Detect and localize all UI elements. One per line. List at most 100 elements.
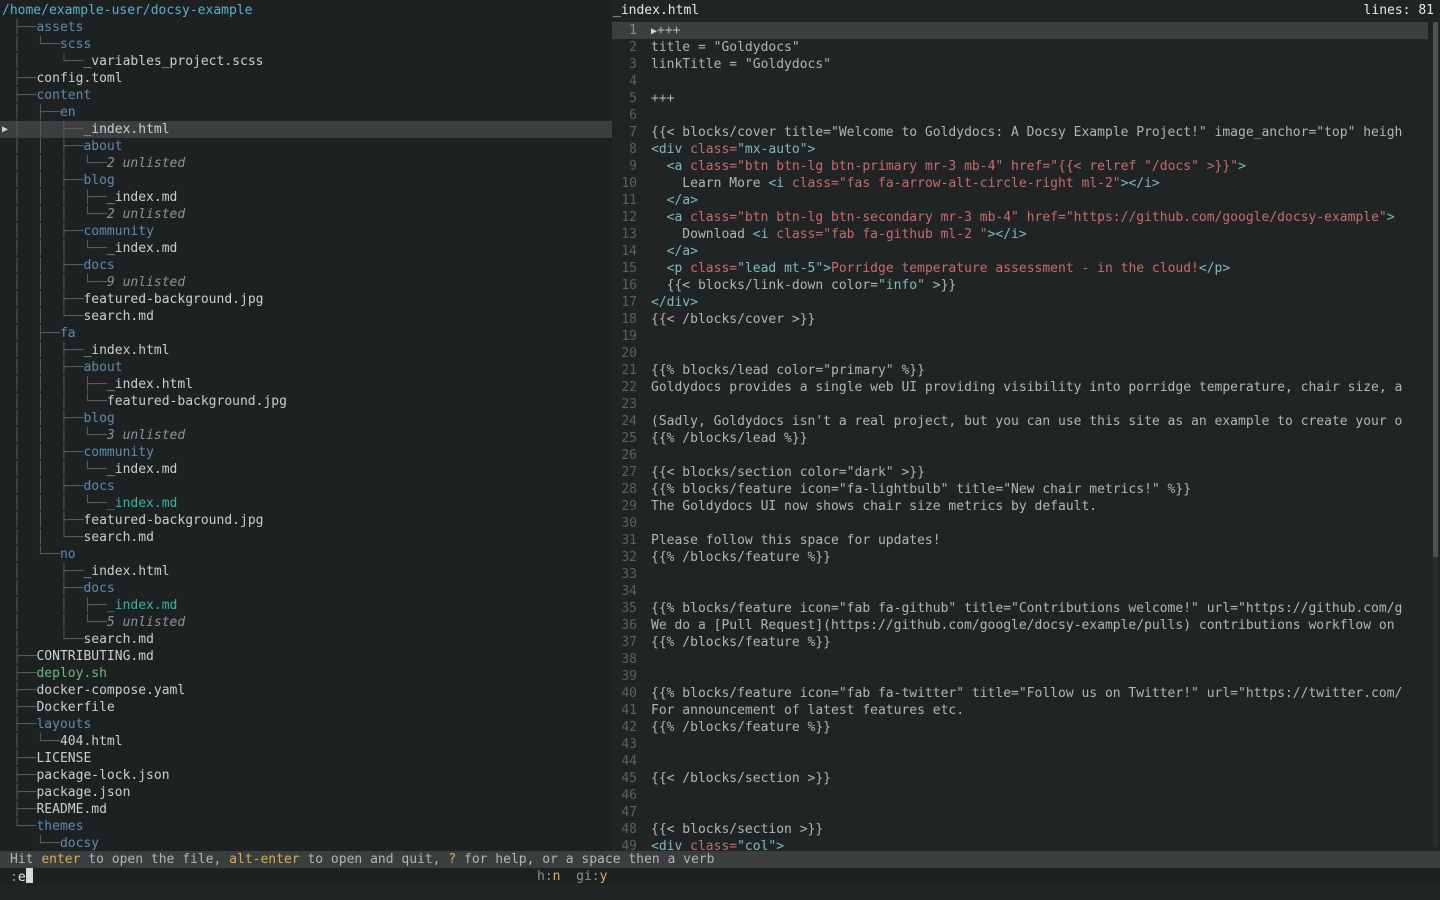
line-number: 19 (612, 328, 637, 345)
tree-item-dockerfile[interactable]: ├──Dockerfile (0, 699, 612, 716)
tree-item-about[interactable]: │ │ ├──about (0, 359, 612, 376)
tree-item-docs[interactable]: │ │ ├──docs (0, 257, 612, 274)
tree-item-themes[interactable]: └──themes (0, 818, 612, 835)
tree-item-en[interactable]: │ ├──en (0, 104, 612, 121)
preview-line-count: lines: 81 (1364, 2, 1434, 19)
code-line-46: 46 (612, 787, 1428, 804)
tree-item-2-unlisted[interactable]: │ │ │ └──2 unlisted (0, 206, 612, 223)
line-number: 22 (612, 379, 637, 396)
text-segment: <a (667, 159, 683, 174)
tree-item-blog[interactable]: │ │ ├──blog (0, 172, 612, 189)
tree-item--variables-project-scss[interactable]: │ └──_variables_project.scss (0, 53, 612, 70)
tree-item-label: themes (36, 819, 83, 834)
tree-item-featured-background-jpg[interactable]: │ │ │ └──featured-background.jpg (0, 393, 612, 410)
line-number: 27 (612, 464, 637, 481)
line-number: 21 (612, 362, 637, 379)
tree-item--index-html[interactable]: ▶│ │ ├──_index.html (0, 121, 612, 138)
tree-item-docs[interactable]: │ │ ├──docs (0, 478, 612, 495)
tree-item-featured-background-jpg[interactable]: │ │ ├──featured-background.jpg (0, 291, 612, 308)
line-number: 13 (612, 226, 637, 243)
tree-branch-lines: │ │ ├── (13, 360, 83, 375)
tree-item-package-lock-json[interactable]: ├──package-lock.json (0, 767, 612, 784)
tree-item-2-unlisted[interactable]: │ │ │ └──2 unlisted (0, 155, 612, 172)
line-number: 28 (612, 481, 637, 498)
text-segment: </p> (1199, 261, 1230, 276)
text-segment: ? (448, 852, 456, 867)
tree-item-deploy-sh[interactable]: ├──deploy.sh (0, 665, 612, 682)
tree-item-label: _index.md (107, 496, 177, 511)
tree-item-label: featured-background.jpg (83, 292, 263, 307)
line-number: 35 (612, 600, 637, 617)
code-line-39: 39 (612, 668, 1428, 685)
tree-item-license[interactable]: ├──LICENSE (0, 750, 612, 767)
tree-item-scss[interactable]: │ └──scss (0, 36, 612, 53)
text-segment: >}} (925, 278, 956, 293)
tree-item-assets[interactable]: ├──assets (0, 19, 612, 36)
line-number: 29 (612, 498, 637, 515)
tree-item-3-unlisted[interactable]: │ │ │ └──3 unlisted (0, 427, 612, 444)
tree-branch-lines: │ ├── (13, 105, 60, 120)
line-number: 3 (612, 56, 637, 73)
tree-branch-lines: ├── (13, 71, 36, 86)
code-line-26: 26 (612, 447, 1428, 464)
tree-item-docs[interactable]: │ ├──docs (0, 580, 612, 597)
tree-item--index-html[interactable]: │ │ │ ├──_index.html (0, 376, 612, 393)
text-segment (682, 839, 690, 851)
text-segment (682, 261, 690, 276)
tree-branch-lines: ├── (13, 20, 36, 35)
code-line-47: 47 (612, 804, 1428, 821)
tree-item-blog[interactable]: │ │ ├──blog (0, 410, 612, 427)
tree-item-featured-background-jpg[interactable]: │ │ ├──featured-background.jpg (0, 512, 612, 529)
tree-item--index-md[interactable]: │ │ │ └──_index.md (0, 495, 612, 512)
tree-branch-lines: │ │ └── (13, 530, 83, 545)
code-line-37: 37{{% /blocks/feature %}} (612, 634, 1428, 651)
tree-item--index-md[interactable]: │ │ │ ├──_index.md (0, 189, 612, 206)
tree-branch-lines: │ │ ├── (13, 479, 83, 494)
line-number: 24 (612, 413, 637, 430)
line-number: 43 (612, 736, 637, 753)
text-segment: "col" (737, 839, 776, 851)
tree-item-about[interactable]: │ │ ├──about (0, 138, 612, 155)
tree-item-package-json[interactable]: ├──package.json (0, 784, 612, 801)
tree-item--index-md[interactable]: │ │ ├──_index.md (0, 597, 612, 614)
tree-item-layouts[interactable]: ├──layouts (0, 716, 612, 733)
tree-item-docker-compose-yaml[interactable]: ├──docker-compose.yaml (0, 682, 612, 699)
tree-branch-lines: │ │ ├── (13, 513, 83, 528)
tree-item-docsy[interactable]: └──docsy (0, 835, 612, 851)
text-segment: for help, or a space then a verb (456, 852, 714, 867)
text-segment: </a> (667, 244, 698, 259)
command-input-value: e (18, 870, 26, 885)
tree-item-search-md[interactable]: │ │ └──search.md (0, 308, 612, 325)
tree-item-label: no (60, 547, 76, 562)
line-number: 4 (612, 73, 637, 90)
command-prompt[interactable]: :e (10, 868, 33, 886)
text-segment: "fab fa-github ml-2 " (823, 227, 987, 242)
tree-branch-lines: │ │ │ ├── (13, 377, 107, 392)
tree-item-9-unlisted[interactable]: │ │ │ └──9 unlisted (0, 274, 612, 291)
tree-item-content[interactable]: ├──content (0, 87, 612, 104)
tree-item-search-md[interactable]: │ └──search.md (0, 631, 612, 648)
tree-item-config-toml[interactable]: ├──config.toml (0, 70, 612, 87)
tree-item--index-html[interactable]: │ ├──_index.html (0, 563, 612, 580)
command-input-line[interactable]: :e h:n gi:y (0, 868, 1440, 885)
tree-item-readme-md[interactable]: ├──README.md (0, 801, 612, 818)
tree-item-search-md[interactable]: │ │ └──search.md (0, 529, 612, 546)
preview-scrollbar-thumb[interactable] (1433, 22, 1438, 557)
tree-item-label: LICENSE (36, 751, 91, 766)
tree-item--index-md[interactable]: │ │ │ └──_index.md (0, 240, 612, 257)
tree-item-label: layouts (36, 717, 91, 732)
tree-item-fa[interactable]: │ ├──fa (0, 325, 612, 342)
tree-item-no[interactable]: │ └──no (0, 546, 612, 563)
preview-scrollbar[interactable] (1433, 22, 1438, 847)
tree-item--index-md[interactable]: │ │ │ └──_index.md (0, 461, 612, 478)
tree-item--index-html[interactable]: │ │ ├──_index.html (0, 342, 612, 359)
tree-item-404-html[interactable]: │ └──404.html (0, 733, 612, 750)
line-number: 49 (612, 838, 637, 851)
tree-item-5-unlisted[interactable]: │ │ └──5 unlisted (0, 614, 612, 631)
tree-item-community[interactable]: │ │ ├──community (0, 223, 612, 240)
tree-item-community[interactable]: │ │ ├──community (0, 444, 612, 461)
code-line-23: 23 (612, 396, 1428, 413)
tree-item-label: _index.md (107, 598, 177, 613)
tree-item-contributing-md[interactable]: ├──CONTRIBUTING.md (0, 648, 612, 665)
tree-item-label: about (83, 360, 122, 375)
